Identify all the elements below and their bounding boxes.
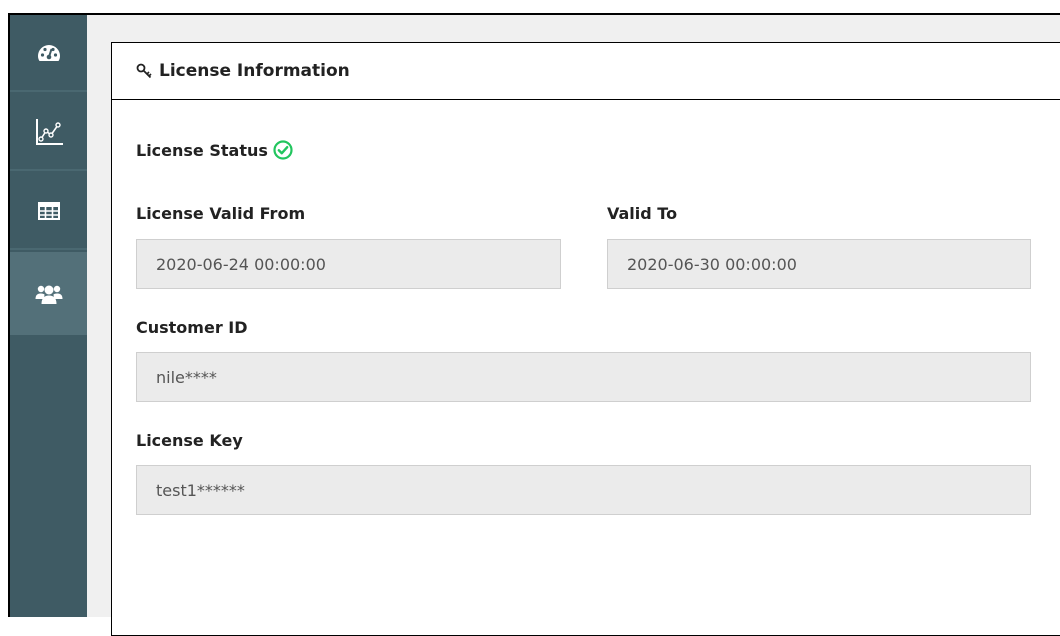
dashboard-icon <box>37 44 61 62</box>
users-icon <box>35 283 63 305</box>
customer-id-field[interactable]: nile**** <box>136 352 1031 402</box>
sidebar-item-charts[interactable] <box>10 94 87 171</box>
valid-to-field[interactable]: 2020-06-30 00:00:00 <box>607 239 1031 289</box>
chart-icon <box>34 117 64 147</box>
valid-to-label: Valid To <box>607 204 678 223</box>
sidebar-item-users[interactable] <box>10 252 87 335</box>
panel-header: License Information <box>112 43 1060 100</box>
panel-title: License Information <box>159 61 350 81</box>
valid-from-label: License Valid From <box>136 204 306 223</box>
license-status-label: License Status <box>136 140 268 160</box>
license-panel: License Information License Status Licen… <box>111 42 1060 636</box>
customer-id-label: Customer ID <box>136 318 248 337</box>
key-icon <box>136 63 152 79</box>
sidebar-item-table[interactable] <box>10 173 87 250</box>
license-key-label: License Key <box>136 431 243 450</box>
table-icon <box>37 201 60 220</box>
valid-from-field[interactable]: 2020-06-24 00:00:00 <box>136 239 561 289</box>
license-key-field[interactable]: test1****** <box>136 465 1031 515</box>
check-circle-icon <box>273 140 293 160</box>
license-status-row: License Status <box>136 140 293 160</box>
sidebar <box>10 15 87 617</box>
app-window: License Information License Status Licen… <box>8 13 1060 636</box>
sidebar-item-dashboard[interactable] <box>10 15 87 92</box>
